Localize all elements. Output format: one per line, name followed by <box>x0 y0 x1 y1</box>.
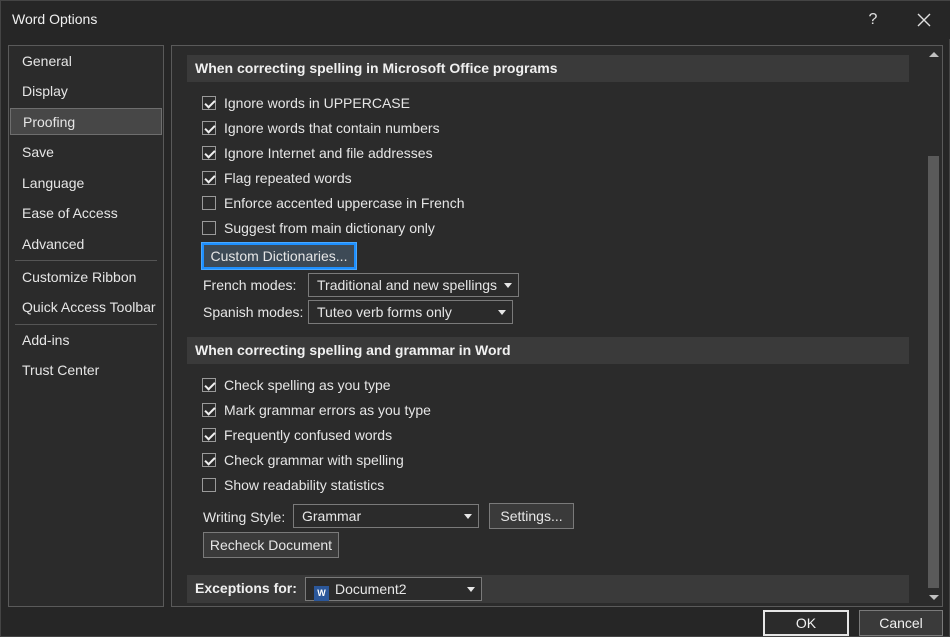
sidebar-item-language[interactable]: Language <box>10 170 162 197</box>
sidebar-item-display[interactable]: Display <box>10 78 162 105</box>
option-label: Ignore words in UPPERCASE <box>224 95 410 111</box>
arrow-up-icon <box>929 52 939 57</box>
dialog-title: Word Options <box>12 11 98 27</box>
sidebar-item-general[interactable]: General <box>10 48 162 75</box>
option-enforce-accented[interactable]: Enforce accented uppercase in French <box>202 193 464 213</box>
option-confused-words[interactable]: Frequently confused words <box>202 425 392 445</box>
chevron-down-icon <box>504 283 512 288</box>
option-mark-grammar[interactable]: Mark grammar errors as you type <box>202 400 431 420</box>
option-label: Enforce accented uppercase in French <box>224 195 465 211</box>
option-label: Frequently confused words <box>224 427 393 443</box>
sidebar-divider <box>15 324 157 325</box>
word-document-icon: W <box>314 586 329 601</box>
select-value: Document2 <box>335 581 407 597</box>
proofing-panel: When correcting spelling in Microsoft Of… <box>171 45 943 607</box>
sidebar-item-save[interactable]: Save <box>10 139 162 166</box>
category-sidebar: General Display Proofing Save Language E… <box>8 45 164 607</box>
checkbox[interactable] <box>202 428 216 442</box>
option-flag-repeated[interactable]: Flag repeated words <box>202 168 352 188</box>
select-value: Grammar <box>302 508 362 524</box>
writing-style-select[interactable]: Grammar <box>293 504 479 528</box>
sidebar-item-ease-of-access[interactable]: Ease of Access <box>10 200 162 227</box>
option-ignore-numbers[interactable]: Ignore words that contain numbers <box>202 118 440 138</box>
exceptions-document-select[interactable]: W Document2 <box>305 577 482 601</box>
option-label: Ignore words that contain numbers <box>224 120 440 136</box>
select-value: Tuteo verb forms only <box>317 304 452 320</box>
sidebar-item-advanced[interactable]: Advanced <box>10 231 162 258</box>
checkbox[interactable] <box>202 478 216 492</box>
sidebar-item-customize-ribbon[interactable]: Customize Ribbon <box>10 264 162 291</box>
section-header-office: When correcting spelling in Microsoft Of… <box>187 55 909 82</box>
settings-button[interactable]: Settings... <box>489 503 574 529</box>
checkbox[interactable] <box>202 196 216 210</box>
french-modes-select[interactable]: Traditional and new spellings <box>308 273 519 297</box>
option-label: Flag repeated words <box>224 170 352 186</box>
checkbox[interactable] <box>202 96 216 110</box>
exceptions-row: Exceptions for: <box>187 575 909 603</box>
option-label: Mark grammar errors as you type <box>224 402 431 418</box>
option-label: Ignore Internet and file addresses <box>224 145 433 161</box>
sidebar-divider <box>15 260 157 261</box>
close-icon <box>917 13 931 27</box>
option-label: Check spelling as you type <box>224 377 391 393</box>
spanish-modes-select[interactable]: Tuteo verb forms only <box>308 300 513 324</box>
option-label: Suggest from main dictionary only <box>224 220 435 236</box>
option-check-spelling[interactable]: Check spelling as you type <box>202 375 391 395</box>
vertical-scrollbar[interactable] <box>925 46 942 606</box>
option-grammar-with-spelling[interactable]: Check grammar with spelling <box>202 450 404 470</box>
scroll-up-button[interactable] <box>925 46 942 63</box>
select-value: Traditional and new spellings <box>317 277 498 293</box>
checkbox[interactable] <box>202 171 216 185</box>
option-ignore-uppercase[interactable]: Ignore words in UPPERCASE <box>202 93 410 113</box>
exceptions-label: Exceptions for: <box>195 580 297 596</box>
checkbox[interactable] <box>202 221 216 235</box>
checkbox[interactable] <box>202 146 216 160</box>
french-modes-label: French modes: <box>203 277 297 293</box>
sidebar-item-trust-center[interactable]: Trust Center <box>10 357 162 384</box>
cancel-button[interactable]: Cancel <box>859 610 943 636</box>
option-main-dictionary-only[interactable]: Suggest from main dictionary only <box>202 218 435 238</box>
word-options-dialog: Word Options ? General Display Proofing … <box>0 0 950 637</box>
scroll-thumb[interactable] <box>928 156 939 588</box>
scroll-down-button[interactable] <box>925 589 942 606</box>
help-button[interactable]: ? <box>859 7 887 33</box>
option-ignore-internet[interactable]: Ignore Internet and file addresses <box>202 143 433 163</box>
option-readability-statistics[interactable]: Show readability statistics <box>202 475 384 495</box>
close-button[interactable] <box>907 7 941 33</box>
ok-button[interactable]: OK <box>763 610 849 636</box>
checkbox[interactable] <box>202 121 216 135</box>
chevron-down-icon <box>467 587 475 592</box>
sidebar-item-add-ins[interactable]: Add-ins <box>10 327 162 354</box>
chevron-down-icon <box>464 514 472 519</box>
sidebar-item-proofing[interactable]: Proofing <box>10 108 162 135</box>
arrow-down-icon <box>929 595 939 600</box>
sidebar-item-quick-access-toolbar[interactable]: Quick Access Toolbar <box>10 294 162 321</box>
recheck-document-button[interactable]: Recheck Document <box>203 532 339 558</box>
title-bar: Word Options ? <box>1 1 950 39</box>
custom-dictionaries-button[interactable]: Custom Dictionaries... <box>202 243 356 269</box>
checkbox[interactable] <box>202 378 216 392</box>
checkbox[interactable] <box>202 453 216 467</box>
checkbox[interactable] <box>202 403 216 417</box>
writing-style-label: Writing Style: <box>203 509 286 525</box>
option-label: Check grammar with spelling <box>224 452 404 468</box>
spanish-modes-label: Spanish modes: <box>203 304 304 320</box>
chevron-down-icon <box>498 310 506 315</box>
option-label: Show readability statistics <box>224 477 385 493</box>
section-header-word: When correcting spelling and grammar in … <box>187 337 909 364</box>
